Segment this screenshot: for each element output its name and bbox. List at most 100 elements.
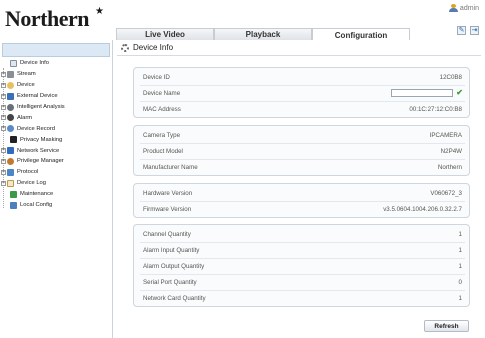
quantity-group: Channel Quantity 1 Alarm Input Quantity …: [133, 224, 470, 307]
tab-live-video[interactable]: Live Video: [116, 28, 214, 40]
expand-icon[interactable]: +: [1, 71, 6, 77]
row-divider: [140, 143, 465, 144]
sidebar-item-label: Local Config: [20, 202, 53, 209]
device-log-icon: [7, 179, 14, 187]
row-divider: [140, 101, 465, 102]
device-icon: [7, 81, 14, 89]
info-row-channel-quantity: Channel Quantity 1: [134, 228, 469, 242]
sidebar-item-alarm[interactable]: + Alarm: [1, 112, 112, 123]
model-group: Camera Type IPCAMERA Product Model N2P4W…: [133, 125, 470, 176]
info-row-alarm-output-quantity: Alarm Output Quantity 1: [134, 260, 469, 274]
logout-icon: ⇥: [471, 27, 478, 34]
stream-icon: [7, 70, 14, 78]
info-value: v3.5.0604.1004.206.0.32.2.7: [383, 206, 462, 213]
sidebar-item-protocol[interactable]: + Protocol: [1, 167, 112, 178]
sidebar-item-device-record[interactable]: + Device Record: [1, 123, 112, 134]
refresh-button[interactable]: Refresh: [424, 320, 469, 332]
username: admin: [459, 4, 479, 12]
row-divider: [140, 258, 465, 259]
network-service-icon: [7, 147, 14, 155]
expand-icon[interactable]: +: [1, 126, 6, 132]
info-label: MAC Address: [143, 106, 181, 113]
info-row-camera-type: Camera Type IPCAMERA: [134, 129, 469, 143]
sidebar-item-privilege-manager[interactable]: + Privilege Manager: [1, 156, 112, 167]
info-row-device-name: Device Name ✔: [134, 87, 469, 101]
tab-playback[interactable]: Playback: [214, 28, 312, 40]
info-value: IPCAMERA: [429, 132, 462, 139]
expand-icon[interactable]: +: [1, 115, 6, 121]
sidebar-item-label: Alarm: [17, 114, 33, 121]
header: Northern ★ admin ✎ ⇥ Live Video Playback…: [0, 0, 485, 41]
info-label: Camera Type: [143, 132, 181, 139]
sidebar-item-local-config[interactable]: Local Config: [1, 200, 112, 211]
user-icon: [448, 4, 458, 12]
local-config-icon: [10, 201, 17, 209]
intelligent-analysis-icon: [7, 103, 14, 111]
sidebar-item-label: External Device: [17, 93, 58, 100]
sidebar-item-device[interactable]: + Device: [1, 80, 112, 91]
sidebar-item-external-device[interactable]: + External Device: [1, 91, 112, 102]
sidebar-item-device-info[interactable]: Device Info: [1, 58, 112, 69]
row-divider: [140, 201, 465, 202]
sidebar-item-label: Protocol: [17, 169, 39, 176]
expand-icon[interactable]: +: [1, 93, 6, 99]
logout-button[interactable]: ⇥: [470, 26, 479, 35]
sidebar-item-device-log[interactable]: + Device Log: [1, 178, 112, 189]
info-value: 0: [458, 279, 462, 286]
info-label: Device Name: [143, 90, 181, 97]
sidebar-item-label: Intelligent Analysis: [17, 104, 65, 110]
sidebar-item-label: Device Info: [20, 60, 49, 67]
expand-icon[interactable]: +: [1, 148, 6, 154]
info-label: Hardware Version: [143, 190, 193, 197]
info-value: 1: [458, 231, 462, 238]
external-device-icon: [7, 92, 14, 100]
edit-button[interactable]: ✎: [457, 26, 466, 35]
info-value: 12C0B8: [439, 74, 462, 81]
row-divider: [140, 242, 465, 243]
info-value: 1: [458, 247, 462, 254]
sidebar-item-label: Device Record: [17, 125, 56, 132]
sidebar-item-label: Maintenance: [20, 191, 54, 198]
sidebar-item-network-service[interactable]: + Network Service: [1, 145, 112, 156]
page-title: Device Info: [133, 43, 174, 52]
info-label: Alarm Output Quantity: [143, 263, 205, 270]
sidebar-item-label: Device Log: [17, 180, 47, 187]
info-row-network-card-quantity: Network Card Quantity 1: [134, 292, 469, 306]
title-divider: [117, 55, 481, 56]
info-label: Serial Port Quantity: [143, 279, 197, 286]
row-divider: [140, 85, 465, 86]
sidebar: Device Info + Stream + Device + External…: [0, 40, 113, 338]
info-label: Device ID: [143, 74, 170, 81]
info-label: Product Model: [143, 148, 183, 155]
sidebar-item-stream[interactable]: + Stream: [1, 69, 112, 80]
gear-icon: [121, 43, 129, 52]
sidebar-item-intelligent-analysis[interactable]: + Intelligent Analysis: [1, 102, 112, 113]
device-name-input[interactable]: [391, 89, 453, 97]
version-group: Hardware Version V060672_3 Firmware Vers…: [133, 183, 470, 218]
identity-group: Device ID 12C0B8 Device Name ✔ MAC Addre…: [133, 67, 470, 118]
sidebar-item-maintenance[interactable]: Maintenance: [1, 189, 112, 200]
expand-icon[interactable]: +: [1, 104, 6, 110]
main-panel: Device Info Device ID 12C0B8 Device Name…: [113, 40, 485, 338]
check-icon[interactable]: ✔: [456, 88, 463, 97]
info-row-serial-port-quantity: Serial Port Quantity 0: [134, 276, 469, 290]
sidebar-item-label: Privacy Masking: [20, 136, 63, 143]
maintenance-icon: [10, 190, 17, 198]
expand-icon[interactable]: +: [1, 82, 6, 88]
edit-icon: ✎: [458, 27, 465, 34]
sidebar-item-privacy-masking[interactable]: Privacy Masking: [1, 134, 112, 145]
expand-icon[interactable]: +: [1, 169, 6, 175]
config-tree: Device Info + Stream + Device + External…: [1, 58, 112, 210]
row-divider: [140, 290, 465, 291]
expand-icon[interactable]: +: [1, 158, 6, 164]
page-header: Device Info: [121, 43, 173, 52]
expand-icon[interactable]: +: [1, 180, 6, 186]
row-divider: [140, 274, 465, 275]
info-row-firmware-version: Firmware Version v3.5.0604.1004.206.0.32…: [134, 203, 469, 217]
privilege-manager-icon: [7, 157, 14, 165]
sidebar-item-label: Network Service: [17, 147, 60, 154]
logo-star-icon: ★: [95, 6, 104, 17]
info-value: 00:1C:27:12:C0:B8: [409, 106, 462, 113]
sidebar-item-label: Device: [17, 82, 35, 89]
info-row-manufacturer: Manufacturer Name Northern: [134, 161, 469, 175]
